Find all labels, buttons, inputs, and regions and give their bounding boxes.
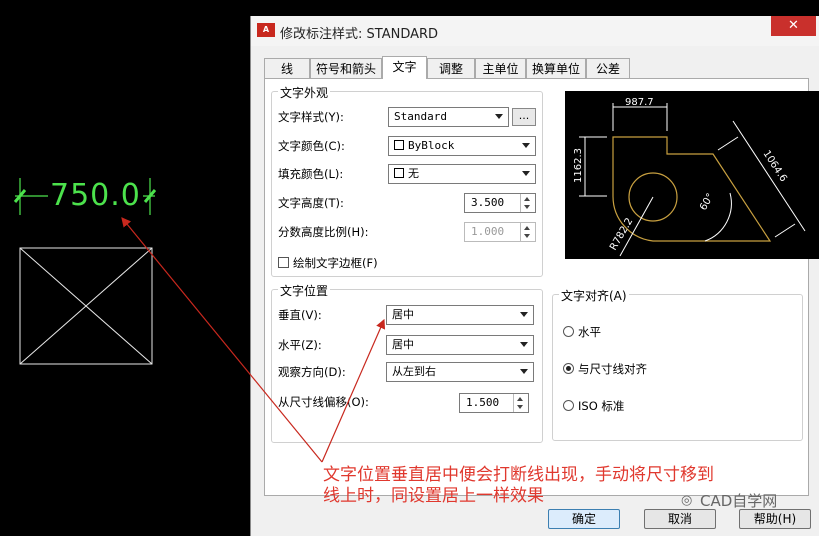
spinner-buttons[interactable] — [520, 223, 535, 241]
close-button[interactable]: ✕ — [771, 16, 816, 36]
spinner-buttons[interactable] — [513, 394, 528, 412]
vertical-select[interactable]: 居中 — [386, 305, 534, 325]
text-style-select[interactable]: Standard — [388, 107, 509, 127]
spinner-buttons[interactable] — [520, 194, 535, 212]
cad-drawing-area[interactable]: 750.0 — [0, 0, 250, 536]
text-style-browse-button[interactable]: ... — [512, 108, 536, 126]
radio-horizontal[interactable] — [563, 326, 574, 337]
fill-color-select[interactable]: 无 — [388, 164, 536, 184]
chevron-down-icon — [520, 312, 528, 317]
chevron-down-icon — [520, 369, 528, 374]
text-height-label: 文字高度(T): — [278, 196, 344, 210]
chevron-down-icon — [520, 342, 528, 347]
color-swatch-icon — [394, 168, 404, 178]
radio-horizontal-label: 水平 — [578, 325, 601, 339]
wechat-icon: ◎ — [681, 493, 693, 508]
preview-label-angle: 60° — [698, 192, 716, 213]
cancel-button[interactable]: 取消 — [644, 509, 716, 529]
tab-fit[interactable]: 调整 — [427, 58, 475, 78]
color-swatch-icon — [394, 140, 404, 150]
vertical-label: 垂直(V): — [278, 308, 322, 322]
preview-label-top: 987.7 — [625, 97, 654, 108]
arrow-down-icon — [524, 234, 530, 238]
dimension-style-dialog: A 修改标注样式: STANDARD ✕ 线 符号和箭头 文字 调整 主单位 换… — [250, 16, 819, 536]
text-frame-checkbox[interactable] — [278, 257, 289, 268]
fraction-height-label: 分数高度比例(H): — [278, 225, 369, 239]
preview-label-radius: R782.2 — [608, 216, 635, 252]
arrow-up-icon — [524, 226, 530, 230]
tab-alternate-units[interactable]: 换算单位 — [526, 58, 586, 78]
cad-drawing — [13, 178, 157, 365]
arrow-down-icon — [524, 205, 530, 209]
tab-lines[interactable]: 线 — [264, 58, 310, 78]
dialog-title: 修改标注样式: STANDARD — [280, 27, 439, 42]
ok-button[interactable]: 确定 — [548, 509, 620, 529]
tab-panel-text: 文字外观 文字样式(Y): Standard ... 文字颜色(C): ByBl… — [264, 78, 819, 496]
help-button[interactable]: 帮助(H) — [739, 509, 811, 529]
preview-ext-6 — [774, 223, 796, 238]
radio-iso-standard[interactable] — [563, 400, 574, 411]
arrow-down-icon — [517, 405, 523, 409]
arrow-up-icon — [524, 197, 530, 201]
text-color-label: 文字颜色(C): — [278, 139, 345, 153]
chevron-down-icon — [522, 143, 530, 148]
offset-label: 从尺寸线偏移(O): — [278, 395, 369, 409]
tab-symbols-arrows[interactable]: 符号和箭头 — [310, 58, 382, 78]
arrow-up-icon — [517, 397, 523, 401]
fraction-height-spinner[interactable]: 1.000 — [464, 222, 536, 242]
app-icon: A — [257, 23, 275, 37]
preview-label-diag: 1064.6 — [760, 149, 788, 184]
title-bar[interactable]: A 修改标注样式: STANDARD ✕ — [251, 16, 819, 46]
horizontal-label: 水平(Z): — [278, 338, 322, 352]
radio-iso-label: ISO 标准 — [578, 399, 625, 413]
chevron-down-icon — [522, 171, 530, 176]
preview-drawing: 987.7 1162.3 1064.6 60° R782.2 — [573, 97, 806, 257]
radio-aligned-with-dim-line[interactable] — [563, 363, 574, 374]
preview-label-left: 1162.3 — [573, 148, 584, 183]
text-height-spinner[interactable]: 3.500 — [464, 193, 536, 213]
chevron-down-icon — [495, 114, 503, 119]
group-title-appearance: 文字外观 — [278, 84, 331, 101]
view-direction-select[interactable]: 从左到右 — [386, 362, 534, 382]
preview-panel: 987.7 1162.3 1064.6 60° R782.2 — [565, 91, 819, 259]
radio-aligned-label: 与尺寸线对齐 — [578, 362, 647, 376]
offset-spinner[interactable]: 1.500 — [459, 393, 529, 413]
tab-text[interactable]: 文字 — [382, 56, 427, 79]
group-title-placement: 文字位置 — [278, 282, 331, 299]
tab-primary-units[interactable]: 主单位 — [475, 58, 526, 78]
fill-color-label: 填充颜色(L): — [278, 167, 344, 181]
text-color-select[interactable]: ByBlock — [388, 136, 536, 156]
tab-tolerances[interactable]: 公差 — [586, 58, 630, 78]
preview-ext-5 — [717, 136, 739, 151]
text-style-label: 文字样式(Y): — [278, 110, 344, 124]
annotation-line-1: 文字位置垂直居中便会打断线出现，手动将尺寸移到 — [323, 465, 714, 485]
group-title-alignment: 文字对齐(A) — [559, 287, 629, 304]
dimension-text: 750.0 — [48, 178, 143, 213]
text-frame-label: 绘制文字边框(F) — [293, 256, 378, 270]
view-direction-label: 观察方向(D): — [278, 365, 346, 379]
preview-dim-diag — [732, 120, 806, 232]
horizontal-select[interactable]: 居中 — [386, 335, 534, 355]
watermark-text: CAD自学网 — [700, 492, 778, 510]
